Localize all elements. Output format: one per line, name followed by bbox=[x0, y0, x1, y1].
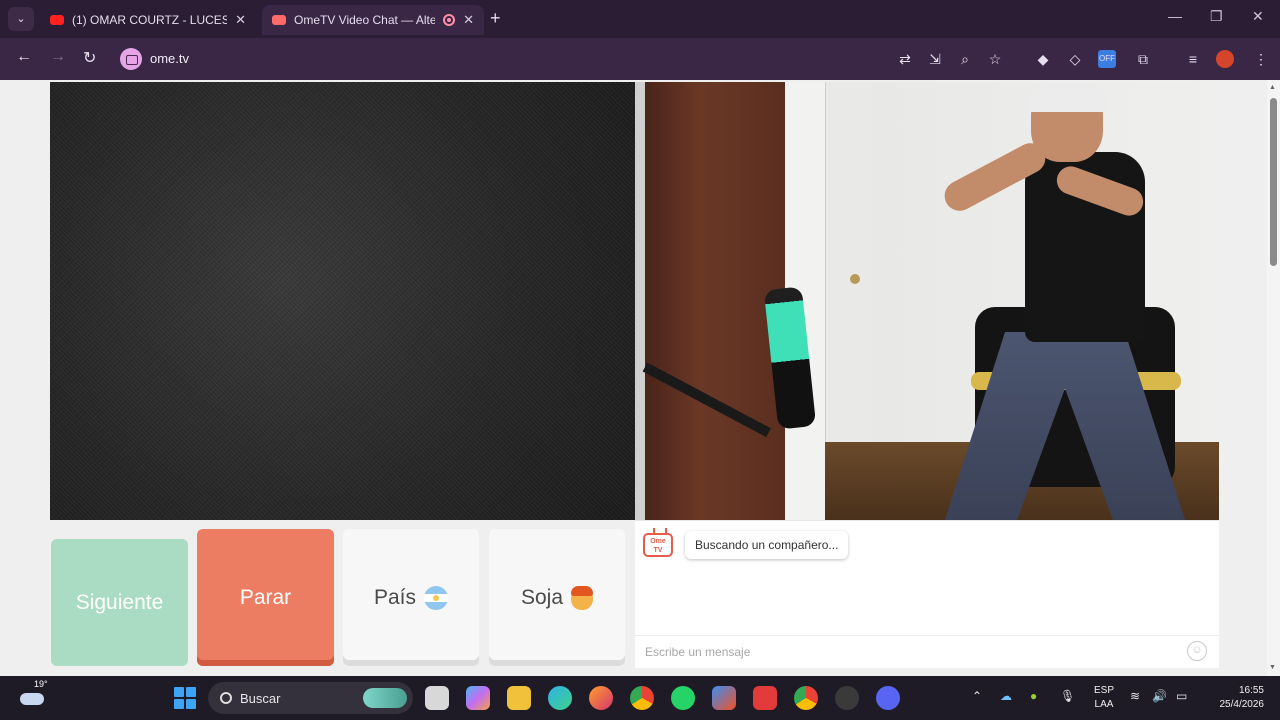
boy-emoji-icon bbox=[571, 585, 594, 610]
file-explorer-icon[interactable] bbox=[507, 686, 531, 710]
volume-icon[interactable]: 🔊 bbox=[1152, 689, 1167, 703]
ometv-logo-icon: Ome TV bbox=[643, 533, 673, 557]
tab-ometv[interactable]: OmeTV Video Chat — Alter ✕ bbox=[262, 5, 484, 35]
close-icon[interactable]: ✕ bbox=[235, 12, 246, 28]
stop-button[interactable]: Parar bbox=[197, 529, 334, 666]
install-app-icon[interactable]: ⇲ bbox=[926, 50, 944, 68]
ometv-favicon-icon bbox=[272, 15, 286, 25]
language-indicator[interactable]: ESP LAA bbox=[1094, 684, 1114, 712]
gender-button-label: Soja bbox=[520, 585, 564, 609]
wifi-icon[interactable]: ≋ bbox=[1130, 689, 1140, 703]
start-button[interactable] bbox=[174, 687, 196, 709]
scroll-down-arrow-icon[interactable]: ▼ bbox=[1269, 664, 1276, 671]
cloud-icon bbox=[20, 693, 44, 705]
back-button[interactable]: ← bbox=[16, 48, 32, 66]
status-message: Buscando un compañero... bbox=[685, 531, 849, 559]
show-hidden-icons-icon[interactable]: ⌃ bbox=[972, 689, 982, 703]
extension-icon[interactable]: ◆ bbox=[1034, 50, 1052, 68]
battery-icon[interactable]: ▭ bbox=[1176, 689, 1187, 703]
chat-logo-text: Ome TV bbox=[650, 538, 666, 554]
menu-icon[interactable]: ⋮ bbox=[1252, 50, 1270, 68]
country-button-label: País bbox=[373, 585, 417, 609]
search-highlight-icon bbox=[363, 688, 407, 708]
tab-title: OmeTV Video Chat — Alter bbox=[294, 13, 436, 27]
scroll-up-arrow-icon[interactable]: ▲ bbox=[1269, 84, 1276, 91]
minimize-button[interactable]: — bbox=[1168, 8, 1182, 24]
youtube-icon bbox=[50, 15, 64, 25]
next-button-label: Siguiente bbox=[75, 590, 164, 614]
copilot-icon[interactable] bbox=[466, 686, 490, 710]
translate-icon[interactable]: ⇄ bbox=[896, 50, 914, 68]
close-icon[interactable]: ✕ bbox=[463, 12, 474, 28]
search-icon bbox=[220, 692, 232, 704]
url-text: ome.tv bbox=[150, 51, 190, 66]
scroll-thumb[interactable] bbox=[1270, 98, 1277, 266]
new-tab-button[interactable]: + bbox=[490, 8, 501, 29]
site-info-icon[interactable] bbox=[120, 48, 142, 70]
weather-widget[interactable]: 19° bbox=[20, 679, 48, 705]
taskbar: 19° Buscar ⌃ ☁ ● 🎙 ESP LAA ≋ 🔊 ▭ 16:55 2… bbox=[0, 676, 1280, 720]
chrome-icon[interactable] bbox=[630, 686, 654, 710]
extensions-puzzle-icon[interactable]: ⧉ bbox=[1134, 50, 1152, 68]
maximize-button[interactable]: ❐ bbox=[1210, 8, 1223, 25]
onedrive-icon[interactable]: ☁ bbox=[1000, 689, 1012, 703]
search-label: Buscar bbox=[240, 690, 281, 706]
close-window-button[interactable]: ✕ bbox=[1252, 8, 1264, 25]
browser-toolbar: ← → ↻ ome.tv ⇄ ⇲ ⌕ ☆ ◆ ◇ OFF ⧉ ≡ ⋮ bbox=[0, 38, 1280, 80]
clock-date: 25/4/2026 bbox=[1219, 699, 1265, 710]
extension-off-icon[interactable]: OFF bbox=[1098, 50, 1116, 68]
gender-button[interactable]: Soja bbox=[489, 529, 625, 666]
forward-button[interactable]: → bbox=[50, 48, 66, 66]
chat-panel: Ome TV Buscando un compañero... ☺ bbox=[635, 520, 1219, 668]
divider bbox=[635, 635, 1219, 636]
recording-icon bbox=[443, 14, 456, 26]
obs-icon[interactable] bbox=[835, 686, 859, 710]
temperature: 19° bbox=[34, 679, 48, 689]
wps-office-icon[interactable] bbox=[753, 686, 777, 710]
stranger-video bbox=[50, 82, 635, 520]
self-video bbox=[635, 82, 1219, 520]
task-view-icon[interactable] bbox=[425, 686, 449, 710]
app-tray-icon[interactable]: ● bbox=[1030, 689, 1037, 703]
discord-icon[interactable] bbox=[876, 686, 900, 710]
tab-search-button[interactable]: ⌄ bbox=[8, 7, 34, 31]
taskbar-search[interactable]: Buscar bbox=[208, 682, 413, 714]
extension-diamond-icon[interactable]: ◇ bbox=[1066, 50, 1084, 68]
zoom-icon[interactable]: ⌕ bbox=[956, 50, 974, 68]
page-scrollbar[interactable]: ▲ ▼ bbox=[1267, 80, 1280, 676]
emoji-icon[interactable]: ☺ bbox=[1187, 641, 1207, 661]
country-button[interactable]: País bbox=[343, 529, 479, 666]
chrome-profile-icon[interactable] bbox=[794, 686, 818, 710]
next-button[interactable]: Siguiente bbox=[51, 539, 188, 666]
firefox-icon[interactable] bbox=[589, 686, 613, 710]
microphone-icon[interactable]: 🎙 bbox=[1060, 689, 1075, 703]
tab-strip: ⌄ (1) OMAR COURTZ - LUCES DE ✕ OmeTV Vid… bbox=[0, 0, 1280, 38]
stop-button-label: Parar bbox=[239, 585, 292, 609]
argentina-flag-icon bbox=[424, 585, 449, 610]
reload-button[interactable]: ↻ bbox=[83, 48, 96, 68]
profile-avatar[interactable] bbox=[1216, 50, 1234, 68]
message-input[interactable] bbox=[645, 643, 1165, 661]
whatsapp-icon[interactable] bbox=[671, 686, 695, 710]
tab-youtube[interactable]: (1) OMAR COURTZ - LUCES DE ✕ bbox=[40, 5, 256, 35]
edge-icon[interactable] bbox=[548, 686, 572, 710]
tab-title: (1) OMAR COURTZ - LUCES DE bbox=[72, 13, 228, 27]
clock[interactable]: 16:55 25/4/2026 bbox=[1208, 684, 1265, 712]
media-controls-icon[interactable]: ≡ bbox=[1184, 50, 1202, 68]
microsoft-store-icon[interactable] bbox=[712, 686, 736, 710]
clock-time: 16:55 bbox=[1238, 685, 1264, 696]
bookmark-star-icon[interactable]: ☆ bbox=[986, 50, 1004, 68]
